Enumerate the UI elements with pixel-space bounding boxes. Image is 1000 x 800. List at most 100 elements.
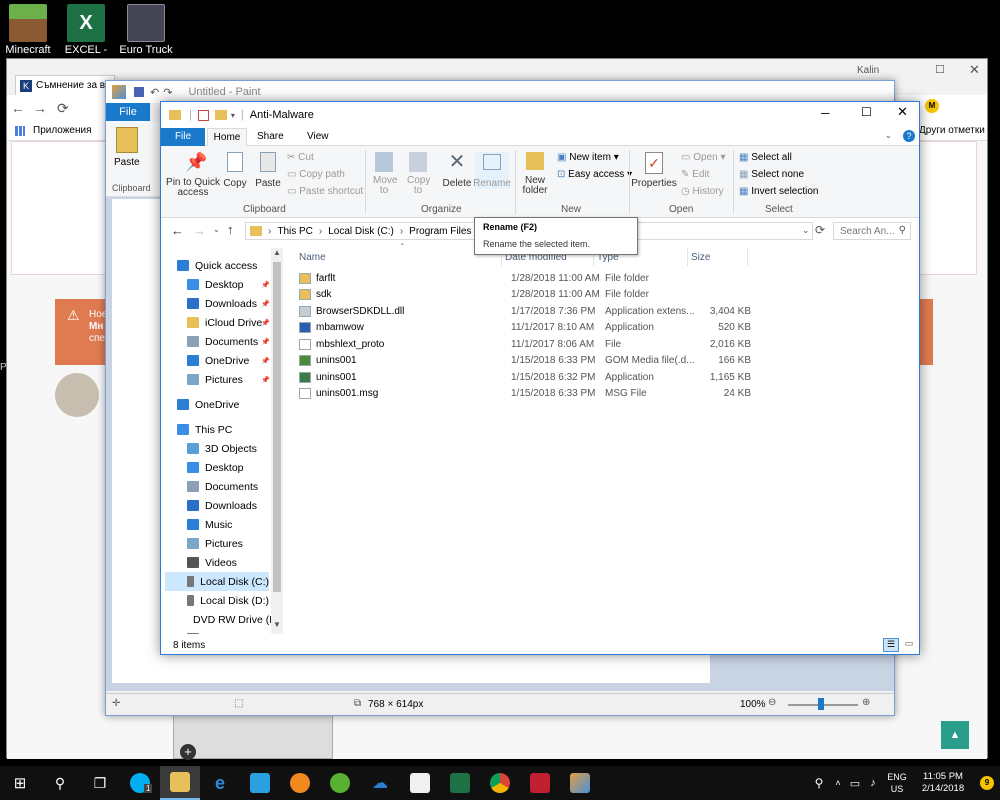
apps-bookmark[interactable]: Приложения (33, 125, 92, 136)
nav-item[interactable]: OneDrive 📌 (165, 351, 270, 370)
nav-scrollbar[interactable]: ▲ ▼ (271, 248, 283, 634)
paste-shortcut-button[interactable]: ▭ Paste shortcut (287, 186, 363, 197)
ribbon-collapse-icon[interactable]: ⌄ (885, 131, 892, 140)
nav-item[interactable]: Downloads 📌 (165, 294, 270, 313)
nav-item[interactable]: Music (165, 515, 269, 534)
paste-button[interactable]: Paste (253, 152, 283, 189)
new-folder-button[interactable]: New folder (519, 152, 551, 196)
nav-item[interactable]: Desktop 📌 (165, 275, 270, 294)
network-icon[interactable]: ▭ (846, 777, 864, 790)
nav-item[interactable]: Pictures (165, 534, 269, 553)
tab-home[interactable]: Home (207, 128, 247, 147)
history-button[interactable]: ◷ History (681, 186, 724, 197)
chrome-maximize-button[interactable]: ☐ (935, 63, 945, 76)
taskbar-onedrive[interactable]: ☁ (360, 766, 400, 800)
taskbar-paint[interactable] (560, 766, 600, 800)
nav-item[interactable]: Videos (165, 553, 269, 572)
cut-button[interactable]: ✂ Cut (287, 152, 314, 163)
nav-item[interactable]: 3D Objects (165, 439, 269, 458)
close-button[interactable]: ✕ (897, 104, 908, 120)
taskbar-app-orange[interactable] (280, 766, 320, 800)
search-input[interactable]: Search An... ⚲ (833, 222, 911, 240)
desktop-icon-minecraft[interactable]: Minecraft (0, 4, 56, 56)
file-row[interactable]: unins001.msg 1/15/2018 6:33 PM MSG File 24 … (299, 386, 751, 403)
large-icons-view-icon[interactable]: ▭ (901, 638, 917, 652)
invert-selection-button[interactable]: ▦ Invert selection (739, 186, 819, 197)
rename-button[interactable]: Rename (473, 152, 511, 189)
volume-icon[interactable]: ♪ (864, 777, 882, 789)
back-button[interactable]: ← (11, 100, 25, 116)
add-icon[interactable]: + (180, 744, 196, 760)
nav-item[interactable]: Pictures 📌 (165, 370, 270, 389)
desktop-icon-euro-truck[interactable]: Euro Truck (118, 4, 174, 56)
file-row[interactable]: unins001 1/15/2018 6:32 PM Application 1,16… (299, 369, 751, 386)
people-icon[interactable]: ⚲ (808, 776, 830, 790)
up-arrow-icon[interactable]: ↑ (227, 222, 234, 237)
tab-share[interactable]: Share (257, 128, 284, 146)
maximize-button[interactable]: ☐ (861, 105, 872, 119)
breadcrumb-this-pc[interactable]: This PC (277, 226, 313, 237)
other-bookmarks[interactable]: Други отметки (919, 125, 985, 136)
taskbar-app-blue[interactable] (240, 766, 280, 800)
taskbar-file-explorer[interactable] (160, 766, 200, 800)
scroll-up-icon[interactable]: ▲ (273, 248, 281, 257)
zoom-slider-thumb[interactable] (818, 698, 824, 710)
redo-icon[interactable]: ↷ (163, 86, 172, 99)
taskbar-chrome[interactable] (480, 766, 520, 800)
nav-item[interactable]: Local Disk (C:) (165, 572, 269, 591)
task-view-button[interactable]: ❐ (80, 766, 120, 800)
copy-button[interactable]: Copy (221, 152, 249, 189)
nav-item[interactable]: Downloads (165, 496, 269, 515)
zoom-out-button[interactable]: ⊖ (768, 697, 776, 708)
start-button[interactable]: ⊞ (0, 766, 40, 800)
address-dropdown-icon[interactable]: ⌄ (802, 225, 810, 236)
file-row[interactable]: mbshlext_proto 11/1/2017 8:06 AM File 2,016… (299, 336, 751, 353)
nav-item[interactable]: OneDrive (165, 395, 269, 414)
extension-icon[interactable]: M (925, 99, 939, 113)
desktop-icon-excel[interactable]: X EXCEL - (58, 4, 114, 56)
save-icon[interactable] (134, 87, 144, 97)
select-all-button[interactable]: ▦ Select all (739, 152, 792, 163)
nav-item[interactable]: Local Disk (D:) (165, 591, 269, 610)
breadcrumb-local-disk[interactable]: Local Disk (C:) (328, 226, 394, 237)
details-view-icon[interactable]: ☰ (883, 638, 899, 652)
explorer-window[interactable]: | ▾ | Anti-Malware ─ ☐ ✕ File Home Share… (160, 101, 920, 655)
select-none-button[interactable]: ▦ Select none (739, 169, 804, 180)
properties-button[interactable]: ✓ Properties (631, 152, 677, 189)
move-to-button[interactable]: Move to (369, 152, 399, 196)
new-item-button[interactable]: ▣ New item ▾ (557, 152, 619, 163)
taskbar-skype[interactable]: 1 (120, 766, 160, 800)
taskbar-edge[interactable]: e (200, 766, 240, 800)
paste-icon[interactable] (116, 127, 138, 153)
scroll-top-button[interactable]: ▲ (941, 721, 969, 749)
nav-scroll-thumb[interactable] (273, 262, 281, 592)
help-icon[interactable]: ? (903, 130, 915, 142)
taskbar-app-red[interactable] (520, 766, 560, 800)
recent-dropdown-icon[interactable]: ⌄ (213, 225, 220, 234)
nav-item[interactable]: Quick access (165, 256, 269, 275)
nav-item[interactable]: This PC (165, 420, 269, 439)
file-row[interactable]: BrowserSDKDLL.dll 1/17/2018 7:36 PM Applic… (299, 303, 751, 320)
pin-quick-access-button[interactable]: 📌 Pin to Quick access (165, 152, 221, 198)
tab-file[interactable]: File (161, 128, 205, 146)
minimize-button[interactable]: ─ (821, 106, 830, 120)
nav-item[interactable]: iCloud Drive 📌 (165, 313, 270, 332)
forward-arrow-icon[interactable]: → (193, 223, 206, 238)
scroll-down-icon[interactable]: ▼ (273, 620, 281, 629)
column-size[interactable]: Size (691, 252, 710, 263)
back-arrow-icon[interactable]: ← (171, 223, 184, 238)
clock[interactable]: 11:05 PM 2/14/2018 (912, 771, 974, 795)
breadcrumb-program-files[interactable]: Program Files (409, 226, 471, 237)
copy-to-button[interactable]: Copy to (403, 152, 433, 196)
tab-view[interactable]: View (307, 128, 329, 146)
tray-chevron-icon[interactable]: ˄ (830, 778, 846, 788)
open-button[interactable]: ▭ Open ▾ (681, 152, 726, 163)
taskbar-torrent[interactable] (320, 766, 360, 800)
copy-path-button[interactable]: ▭ Copy path (287, 169, 345, 180)
refresh-icon[interactable]: ⟳ (815, 223, 825, 237)
column-name[interactable]: Name (299, 252, 326, 263)
delete-button[interactable]: ✕ Delete (441, 152, 473, 189)
properties-quick-icon[interactable] (197, 109, 209, 121)
file-row[interactable]: mbamwow 11/1/2017 8:10 AM Application 520 K… (299, 320, 751, 337)
nav-item[interactable]: Desktop (165, 458, 269, 477)
